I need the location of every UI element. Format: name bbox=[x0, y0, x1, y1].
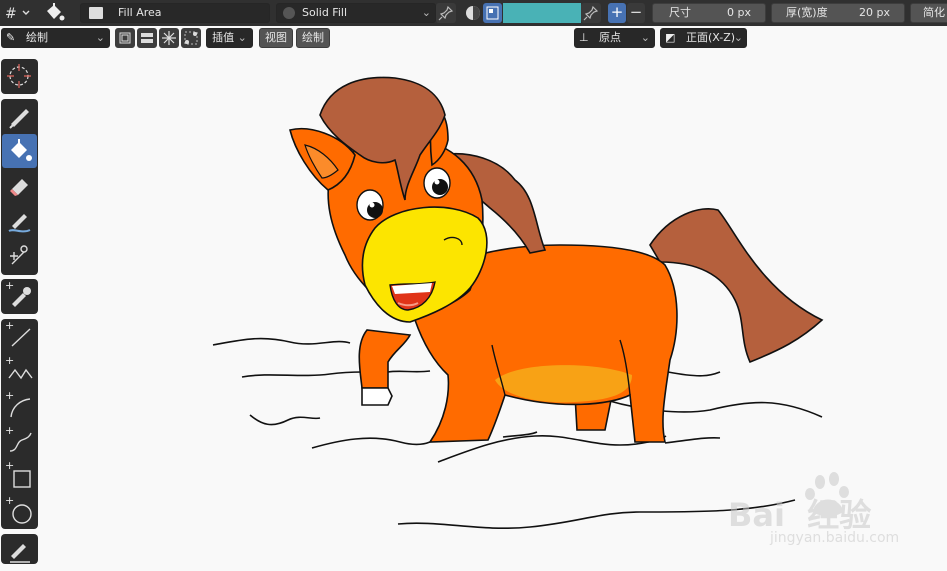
plane-label: 正面(X-Z) bbox=[686, 31, 736, 44]
cursor-tool[interactable] bbox=[2, 59, 37, 93]
svg-text:#: # bbox=[5, 6, 17, 22]
tint-tool[interactable] bbox=[2, 204, 37, 238]
plane-select[interactable]: ◩ 正面(X-Z) ⌄ bbox=[660, 28, 747, 48]
fill-tool[interactable] bbox=[2, 134, 37, 168]
circle-tool[interactable]: + bbox=[2, 494, 37, 528]
plane-icon: ◩ bbox=[665, 31, 676, 44]
hash-grid-icon[interactable]: # bbox=[3, 3, 31, 23]
view-menu-label: 视图 bbox=[265, 31, 287, 44]
brush-name: Fill Area bbox=[118, 6, 162, 19]
plus-icon: + bbox=[5, 319, 15, 332]
chevron-down-icon: ⌄ bbox=[733, 31, 743, 44]
tint-brush-icon bbox=[8, 214, 31, 233]
color-swatch[interactable] bbox=[503, 3, 581, 23]
pin-icon-color[interactable] bbox=[581, 3, 601, 23]
mode-select[interactable]: ✎ 绘制 ⌄ bbox=[1, 28, 110, 48]
interpolate-label: 插值 bbox=[212, 31, 235, 44]
tool-group-cursor bbox=[1, 59, 38, 94]
line-tool[interactable]: + bbox=[2, 319, 37, 353]
watermark-url: jingyan.baidu.com bbox=[770, 530, 900, 546]
cursor-icon bbox=[7, 64, 31, 88]
thickness-value: 20 px bbox=[859, 6, 890, 19]
thickness-field[interactable]: 厚(宽)度 20 px bbox=[771, 3, 905, 23]
material-selector[interactable]: Solid Fill ⌄ bbox=[276, 3, 436, 23]
size-value: 0 px bbox=[727, 6, 751, 19]
add-icon[interactable]: + bbox=[608, 3, 626, 23]
polyline-tool[interactable]: + bbox=[2, 354, 37, 388]
watermark: Bai 经验 jingyan.baidu.com bbox=[728, 468, 947, 548]
tool-group-eyedropper: + bbox=[1, 279, 38, 314]
pencil-icon: ✎ bbox=[6, 31, 16, 44]
plus-icon: + bbox=[5, 354, 15, 367]
curve-tool[interactable]: + bbox=[2, 424, 37, 458]
cutter-tool[interactable] bbox=[2, 239, 37, 273]
eyedropper-tool[interactable]: + bbox=[2, 279, 37, 313]
layers-icon[interactable] bbox=[137, 28, 157, 48]
thickness-label: 厚(宽)度 bbox=[786, 6, 828, 19]
material-name: Solid Fill bbox=[302, 6, 347, 19]
plus-icon: + bbox=[5, 279, 15, 292]
chevron-down-icon: ⌄ bbox=[234, 31, 247, 44]
erase-tool[interactable] bbox=[2, 169, 37, 203]
bucket-icon[interactable] bbox=[42, 2, 66, 24]
chevron-down-icon: ⌄ bbox=[421, 6, 431, 19]
pin-icon[interactable] bbox=[436, 3, 456, 23]
arc-tool[interactable]: + bbox=[2, 389, 37, 423]
chevron-down-icon: ⌄ bbox=[640, 31, 650, 44]
plus-icon: + bbox=[5, 494, 15, 507]
tool-group-paint bbox=[1, 99, 38, 275]
plus-icon: + bbox=[5, 389, 15, 402]
simplify-button[interactable]: 简化 bbox=[910, 3, 947, 23]
drawing-canvas[interactable]: Bai 经验 jingyan.baidu.com bbox=[40, 50, 947, 563]
tool-group-shapes: + + + + + + bbox=[1, 319, 38, 529]
brush-thumbnail-icon bbox=[89, 7, 103, 19]
size-field[interactable]: 尺寸 0 px bbox=[652, 3, 766, 23]
simplify-label: 简化 bbox=[923, 6, 945, 19]
color-mode-icon[interactable] bbox=[463, 3, 483, 23]
origin-select[interactable]: ⊥ 原点 ⌄ bbox=[574, 28, 655, 48]
pencil-icon bbox=[9, 109, 29, 129]
tool-group-annotate bbox=[1, 534, 38, 564]
horse-front-leg-raised bbox=[358, 329, 412, 389]
eraser-icon bbox=[10, 179, 28, 196]
snowflake-icon[interactable] bbox=[159, 28, 179, 48]
top-header: # Fill Area Solid Fill ⌄ + − 尺寸 0 px 厚(宽… bbox=[0, 0, 947, 26]
multiframe-icon[interactable] bbox=[115, 28, 135, 48]
box-tool[interactable]: + bbox=[2, 459, 37, 493]
draw-menu-label: 绘制 bbox=[302, 31, 324, 44]
scissors-icon bbox=[10, 245, 28, 265]
interpolate-menu[interactable]: 插值 ⌄ bbox=[206, 28, 253, 48]
material-sphere-icon bbox=[283, 7, 295, 19]
horse-front-hoof bbox=[361, 387, 393, 406]
minus-icon[interactable]: − bbox=[627, 3, 645, 23]
draw-menu[interactable]: 绘制 bbox=[296, 28, 330, 48]
origin-axis-icon: ⊥ bbox=[579, 31, 589, 44]
size-label: 尺寸 bbox=[669, 6, 691, 19]
brush-selector[interactable]: Fill Area bbox=[80, 3, 270, 23]
mode-label: 绘制 bbox=[26, 31, 48, 44]
origin-label: 原点 bbox=[599, 31, 621, 44]
bucket-icon bbox=[11, 139, 32, 161]
viewport-header: ✎ 绘制 ⌄ 插值 ⌄ 视图 绘制 ⊥ 原点 ⌄ ◩ 正面(X-Z) ⌄ bbox=[0, 26, 947, 50]
draw-tool[interactable] bbox=[2, 99, 37, 133]
plus-icon: + bbox=[5, 424, 15, 437]
edit-lines-icon[interactable] bbox=[181, 28, 201, 48]
tool-shelf: + + + + + + + bbox=[0, 58, 40, 564]
chevron-down-icon: ⌄ bbox=[95, 31, 105, 44]
plus-icon: + bbox=[5, 459, 15, 472]
vertex-color-icon[interactable] bbox=[483, 3, 502, 23]
view-menu[interactable]: 视图 bbox=[259, 28, 293, 48]
